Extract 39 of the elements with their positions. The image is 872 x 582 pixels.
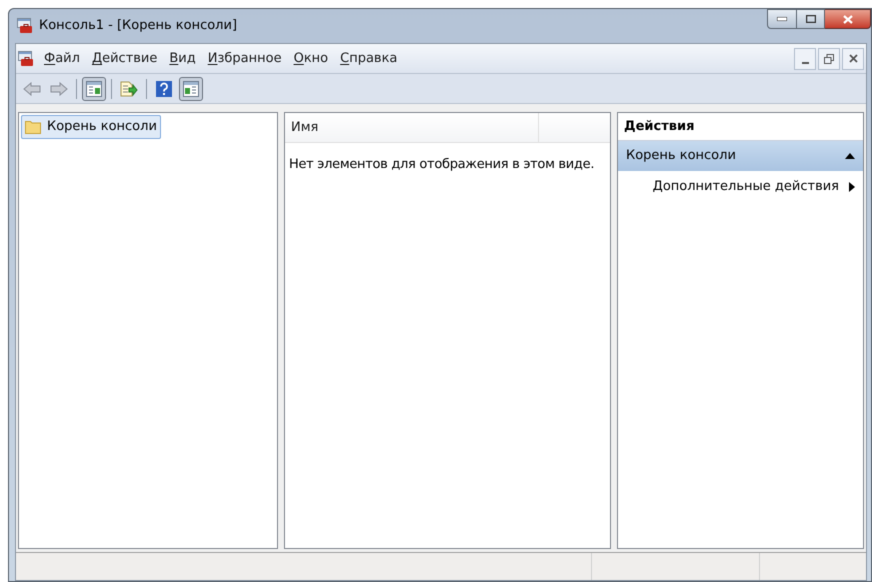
collapse-triangle-icon bbox=[845, 153, 855, 159]
minimize-button[interactable] bbox=[767, 9, 797, 29]
close-button[interactable] bbox=[825, 9, 871, 29]
console-app-icon bbox=[17, 18, 33, 34]
minimize-icon bbox=[777, 17, 787, 21]
folder-icon bbox=[25, 120, 41, 134]
forward-arrow-icon bbox=[50, 82, 68, 96]
action-item[interactable]: Дополнительные действия bbox=[618, 171, 863, 203]
maximize-icon bbox=[806, 15, 816, 23]
menu-item[interactable]: Справка bbox=[334, 48, 404, 68]
console-app-icon bbox=[18, 50, 34, 66]
back-arrow-icon bbox=[23, 82, 41, 96]
maximize-button[interactable] bbox=[797, 9, 825, 29]
toolbar-separator bbox=[76, 78, 77, 98]
menu-item[interactable]: Вид bbox=[163, 48, 202, 68]
menu-item[interactable]: Окно bbox=[288, 48, 334, 68]
toolbar-button[interactable] bbox=[82, 76, 106, 100]
restore-icon bbox=[824, 54, 834, 64]
export-list-icon bbox=[120, 80, 138, 96]
panel-right-icon bbox=[183, 80, 199, 96]
menu-item[interactable]: Файл bbox=[38, 48, 86, 68]
child-restore-button[interactable] bbox=[818, 48, 840, 70]
toolbar-separator bbox=[146, 78, 147, 98]
menu-item[interactable]: Действие bbox=[86, 48, 164, 68]
child-minimize-button[interactable] bbox=[794, 48, 816, 70]
close-icon bbox=[848, 54, 858, 63]
submenu-arrow-icon bbox=[849, 182, 855, 192]
minimize-icon bbox=[802, 62, 808, 64]
empty-list-message: Нет элементов для отображения в этом виде. bbox=[288, 156, 596, 174]
actions-section-header[interactable]: Корень консоли bbox=[618, 141, 863, 171]
menu-item[interactable]: Избранное bbox=[202, 48, 288, 68]
child-close-button[interactable] bbox=[842, 48, 864, 70]
window-title: Консоль1 - [Корень консоли] bbox=[39, 17, 238, 36]
tree-item[interactable]: Корень консоли bbox=[21, 115, 161, 138]
toolbar-separator bbox=[111, 78, 112, 98]
panel-left-icon bbox=[86, 80, 102, 96]
toolbar-button[interactable] bbox=[179, 76, 203, 100]
close-icon bbox=[842, 14, 852, 24]
help-icon bbox=[156, 80, 172, 96]
